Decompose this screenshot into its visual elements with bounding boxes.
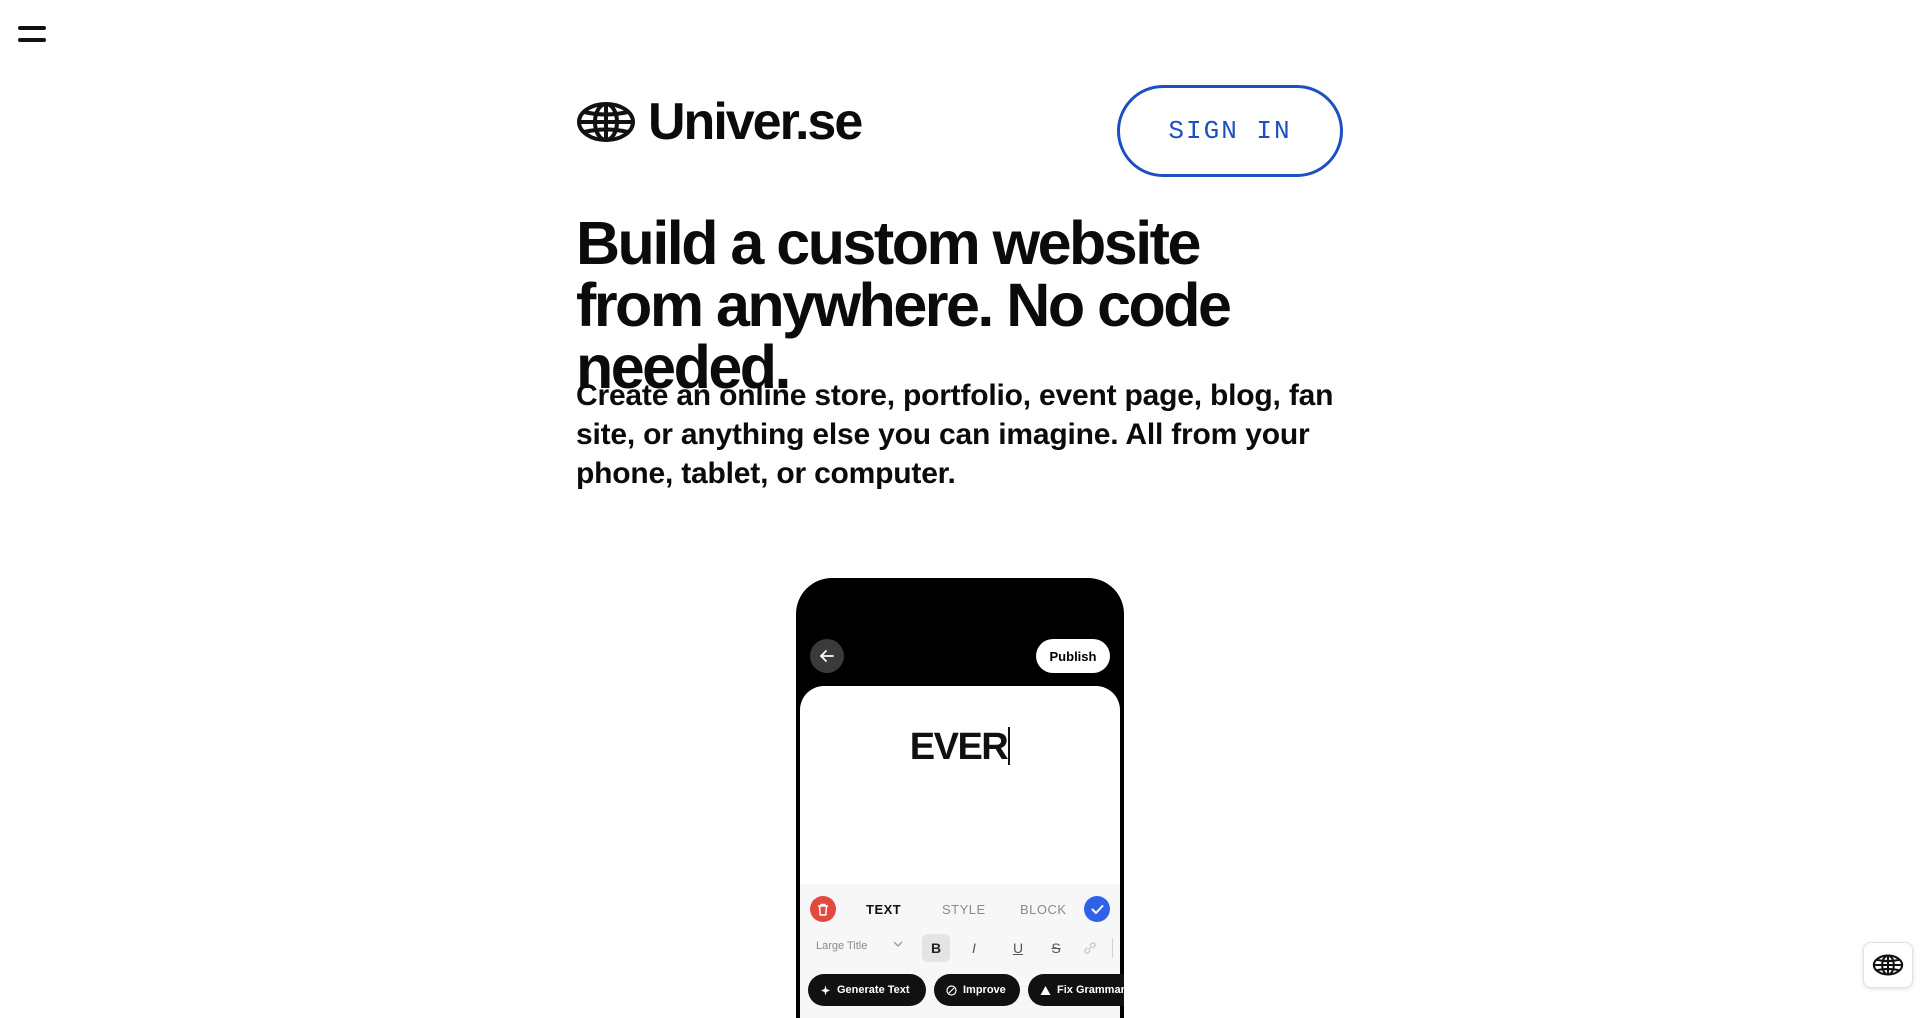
brand[interactable]: Univer.se [576, 93, 863, 151]
underline-button: U [1012, 940, 1024, 956]
warning-icon [1040, 985, 1051, 995]
tab-style: STYLE [942, 902, 986, 917]
phone-mockup: Publish EVER TEXT STYLE BLOCK Large Titl… [796, 578, 1124, 1018]
editor-text-value: EVER [909, 726, 1009, 768]
chevron-down-icon [893, 941, 903, 947]
generate-text-button: Generate Text [808, 974, 926, 1006]
improve-button: Improve [934, 974, 1020, 1006]
style-select: Large Title [816, 940, 868, 952]
fix-grammar-label: Fix Grammar [1057, 984, 1124, 996]
strikethrough-button: S [1051, 940, 1061, 956]
hero-headline: Build a custom website from anywhere. No… [576, 209, 1232, 401]
globe-icon [577, 102, 635, 142]
improve-label: Improve [963, 984, 1006, 996]
format-row: Large Title B I U S [800, 932, 1120, 962]
publish-button: Publish [1036, 639, 1110, 673]
hamburger-menu-icon[interactable] [18, 24, 46, 46]
bold-button: B [922, 934, 950, 962]
language-button[interactable] [1863, 942, 1913, 988]
sign-in-button[interactable]: SIGN IN [1117, 85, 1343, 177]
checkmark-icon [1084, 896, 1110, 922]
tab-text: TEXT [866, 902, 902, 917]
link-icon [1084, 942, 1096, 954]
generate-text-label: Generate Text [837, 984, 910, 996]
editor-toolbar: TEXT STYLE BLOCK Large Title B I U S Gen… [800, 884, 1124, 1018]
hero-subtext: Create an online store, portfolio, event… [576, 379, 1334, 490]
text-caret [1008, 727, 1011, 765]
phone-screen: EVER TEXT STYLE BLOCK Large Title B I U … [800, 686, 1124, 1018]
italic-button: I [972, 940, 976, 956]
ai-actions-row: Generate Text Improve Fix Grammar [800, 974, 1124, 1008]
globe-icon [1872, 954, 1904, 976]
sparkle-icon [821, 985, 830, 995]
fix-grammar-button: Fix Grammar [1028, 974, 1124, 1006]
brand-name: Univer.se [648, 93, 863, 151]
back-arrow-icon [810, 639, 844, 673]
editor-text: EVER [800, 726, 1120, 769]
trash-icon [810, 896, 836, 922]
toolbar-divider [1112, 938, 1113, 958]
tab-block: BLOCK [1020, 902, 1067, 917]
wand-icon [946, 984, 957, 996]
